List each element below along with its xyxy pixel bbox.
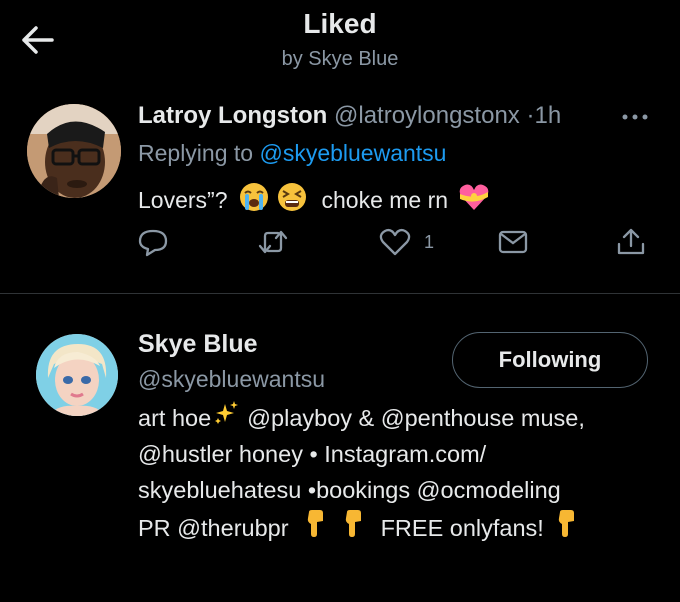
tweet-text: Lovers”? choke me rn	[138, 182, 494, 218]
avatar[interactable]	[27, 104, 121, 198]
replying-prefix: Replying to	[138, 140, 254, 166]
like-count: 1	[424, 232, 435, 252]
tweet-text-part1: Lovers”?	[138, 186, 228, 213]
profile-display-name[interactable]: Skye Blue	[138, 330, 258, 359]
tweet[interactable]: Latroy Longston @latroylongstonx ·1h Rep…	[0, 82, 680, 294]
bio-line-2: @hustler honey • Instagram.com/	[138, 436, 668, 472]
tweet-display-name[interactable]: Latroy Longston	[138, 102, 327, 129]
retweet-icon[interactable]	[256, 226, 290, 258]
replying-to: Replying to @skyebluewantsu	[138, 140, 446, 167]
profile-handle[interactable]: @skyebluewantsu	[138, 366, 325, 393]
heart-with-ribbon-icon	[458, 182, 490, 218]
tweet-handle[interactable]: @latroylongstonx	[334, 102, 520, 129]
tweet-actions: 1	[0, 222, 680, 262]
bio-line-4-a: PR @therubpr	[138, 515, 289, 541]
tweet-text-part2: choke me rn	[321, 186, 449, 213]
tweet-author-line: Latroy Longston @latroylongstonx ·1h	[138, 102, 561, 130]
sparkles-icon	[213, 400, 239, 436]
replying-handle-link[interactable]: @skyebluewantsu	[259, 140, 446, 166]
bio-line-1-b: @playboy & @penthouse muse,	[247, 405, 585, 431]
following-button[interactable]: Following	[452, 332, 648, 388]
like-icon[interactable]	[378, 226, 412, 258]
profile-bio: art hoe @playboy & @penthouse muse, @hus…	[138, 400, 668, 548]
bio-line-4-b: FREE onlyfans!	[380, 515, 544, 541]
pointing-down-icon	[303, 508, 329, 548]
tweet-time[interactable]: 1h	[534, 102, 561, 129]
bio-line-1: art hoe @playboy & @penthouse muse,	[138, 400, 668, 436]
bio-line-3-a: skyebluehatesu •bookings @ocmodeling	[138, 477, 561, 503]
page-title: Liked	[303, 8, 377, 39]
page-subtitle: by Skye Blue	[281, 48, 399, 70]
more-icon[interactable]	[620, 110, 650, 124]
bio-line-3: skyebluehatesu •bookings @ocmodeling	[138, 472, 668, 508]
bio-line-1-a: art hoe	[138, 405, 212, 431]
reply-icon[interactable]	[136, 226, 170, 258]
pointing-down-icon	[554, 508, 580, 548]
tired-face-icon	[277, 182, 307, 218]
pointing-down-icon	[341, 508, 367, 548]
bio-line-4: PR @therubpr FREE onlyfans!	[138, 508, 668, 548]
loudly-crying-face-icon	[239, 182, 269, 218]
bio-line-2-a: @hustler honey • Instagram.com/	[138, 441, 487, 467]
avatar[interactable]	[36, 334, 118, 416]
share-icon[interactable]	[614, 226, 648, 258]
page-header: Liked by Skye Blue	[0, 0, 680, 82]
message-icon[interactable]	[496, 226, 530, 258]
user-cell[interactable]: Skye Blue @skyebluewantsu Following art …	[0, 294, 680, 602]
